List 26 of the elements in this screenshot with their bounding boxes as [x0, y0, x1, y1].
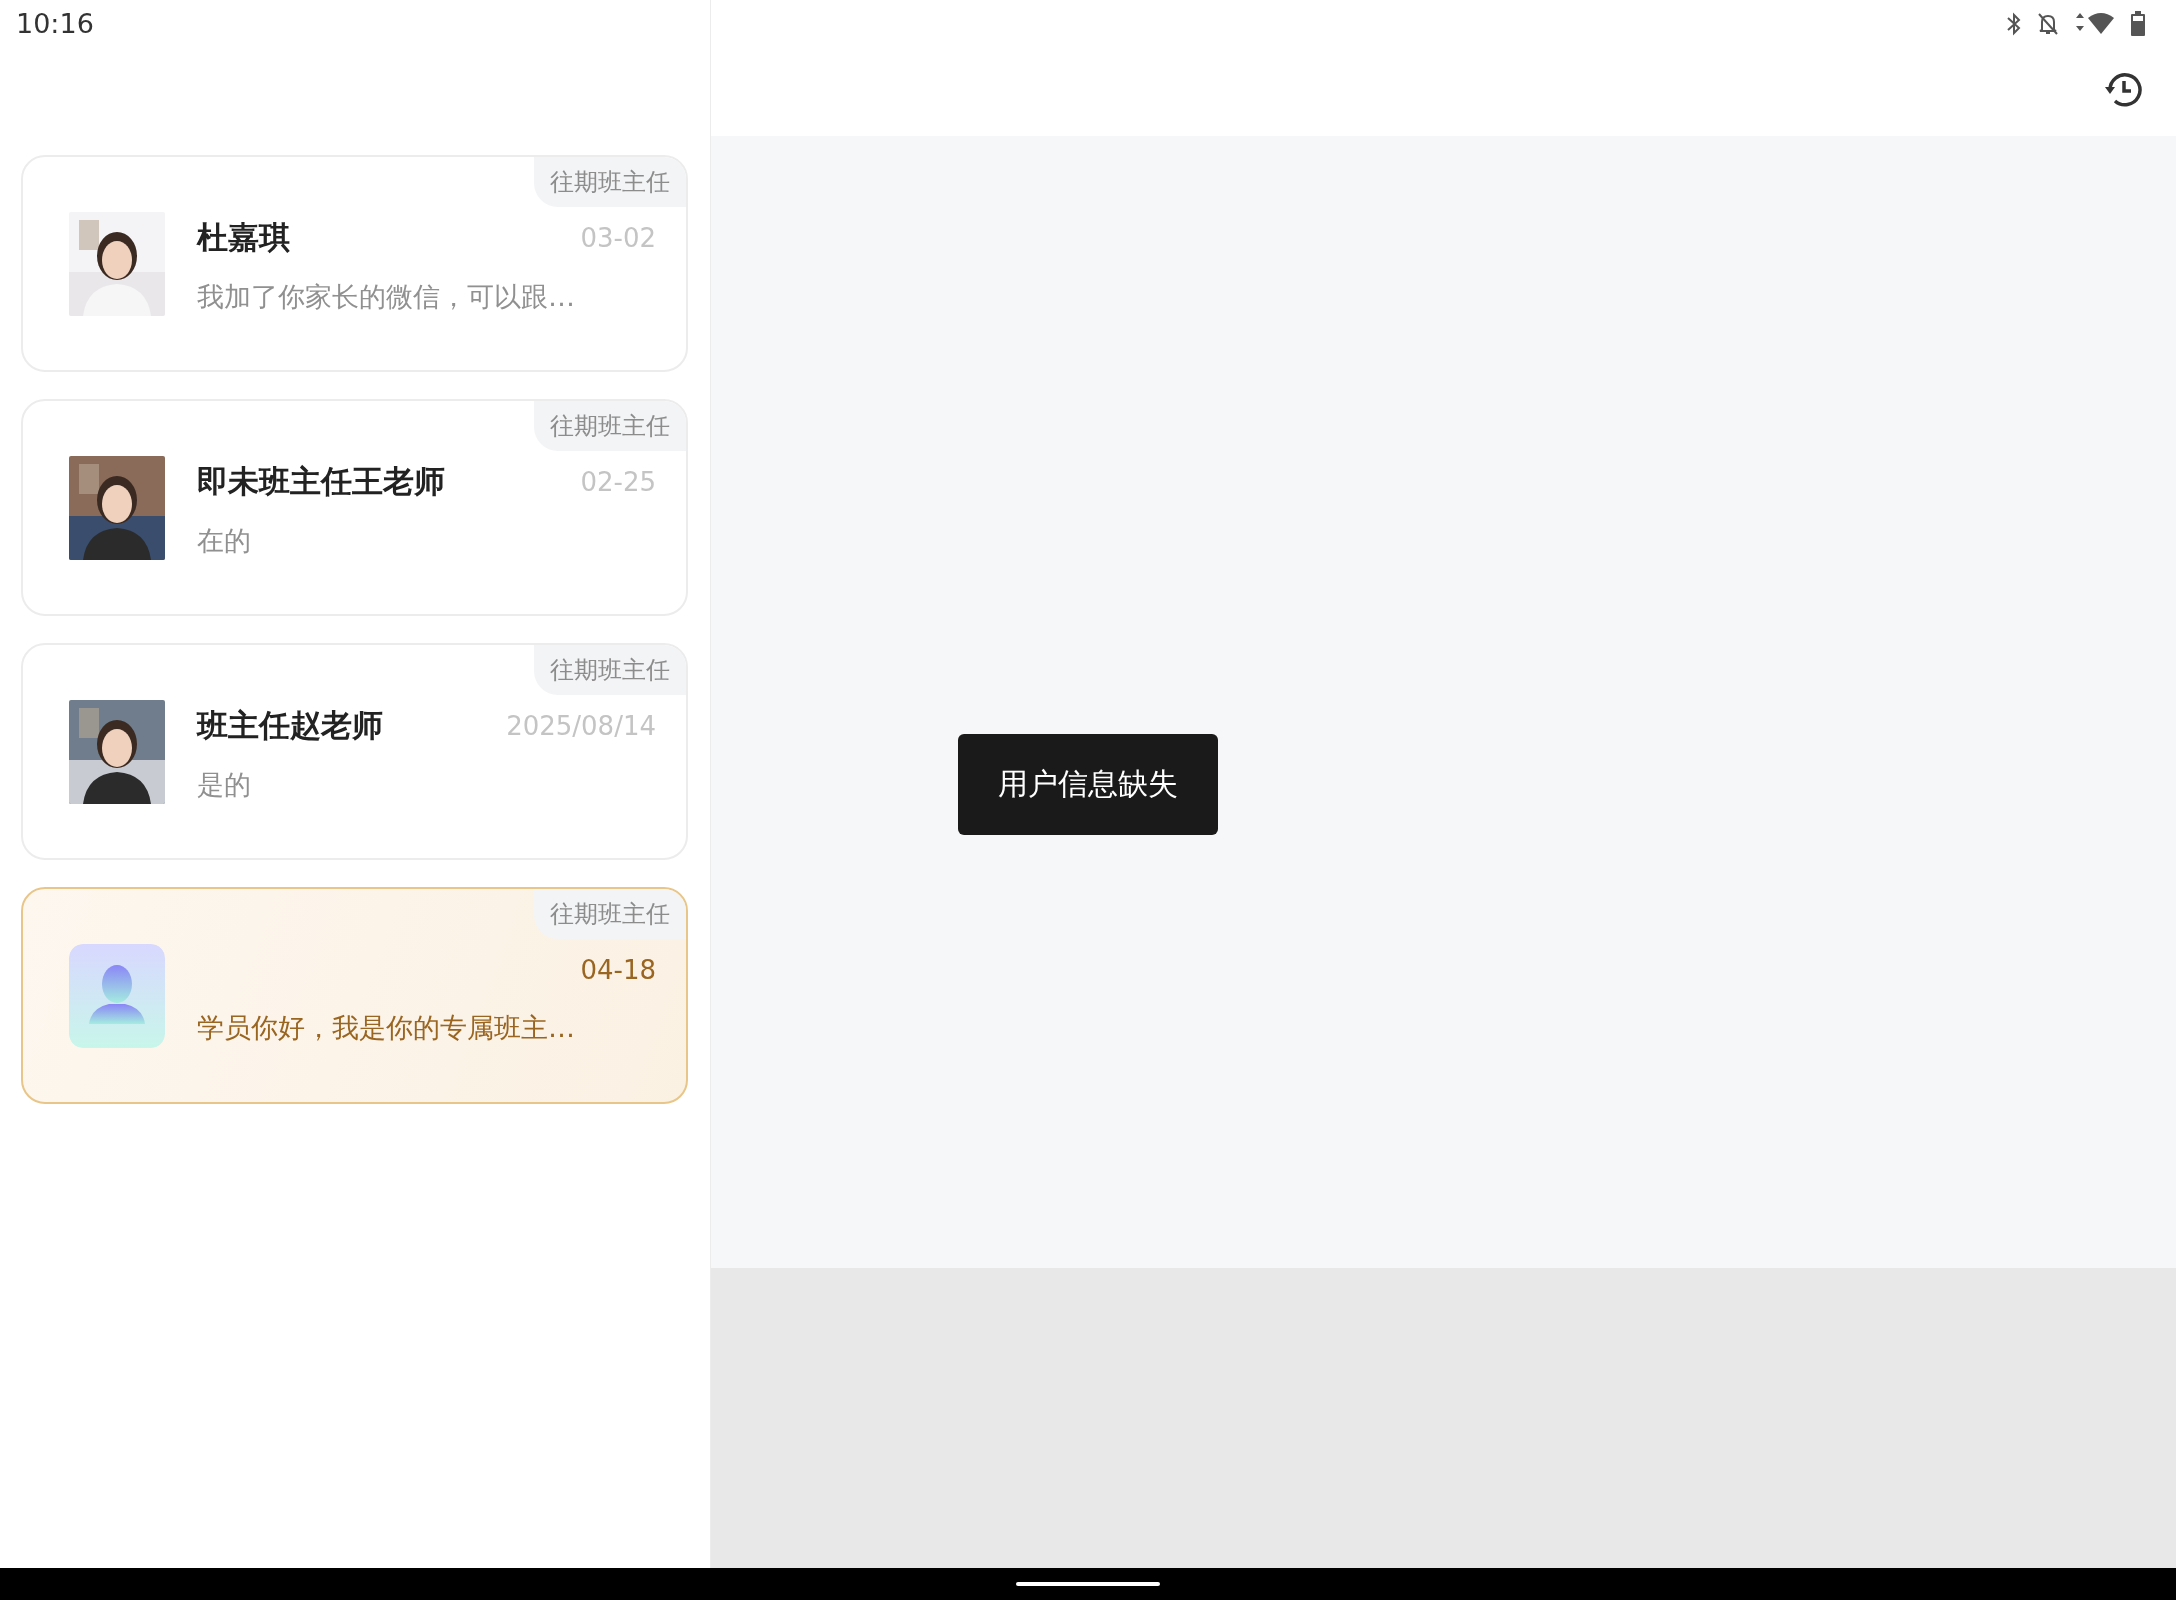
conversation-card[interactable]: 往期班主任 04-18 学员你好，我是你的专属班主… — [21, 887, 688, 1104]
message-date: 02-25 — [580, 466, 656, 497]
status-time: 10:16 — [16, 8, 94, 39]
message-preview: 是的 — [197, 767, 252, 802]
wifi-icon — [2074, 12, 2116, 36]
message-preview: 学员你好，我是你的专属班主… — [197, 1010, 576, 1045]
message-preview: 我加了你家长的微信，可以跟… — [197, 279, 576, 314]
toast-message: 用户信息缺失 — [958, 733, 1218, 835]
role-tag: 往期班主任 — [534, 157, 686, 207]
message-date: 2025/08/14 — [506, 710, 656, 741]
contact-name: 即未班主任王老师 — [197, 461, 445, 501]
bell-off-icon — [2036, 11, 2060, 37]
role-tag: 往期班主任 — [534, 401, 686, 451]
message-preview: 在的 — [197, 523, 252, 558]
conversation-card[interactable]: 往期班主任 即未班主任王老师 02-25 在的 — [21, 399, 688, 616]
conversation-card[interactable]: 往期班主任 班主任赵老师 2025/08/14 是的 — [21, 643, 688, 860]
message-date: 03-02 — [580, 222, 656, 253]
contact-name: 班主任赵老师 — [197, 705, 383, 745]
battery-icon — [2130, 11, 2146, 37]
default-avatar-icon — [69, 943, 165, 1048]
contact-name: 杜嘉琪 — [197, 217, 290, 257]
role-tag: 往期班主任 — [534, 645, 686, 695]
conversation-card[interactable]: 往期班主任 杜嘉琪 03-02 我加了你家长的微信，可以跟… — [21, 155, 688, 372]
message-date: 04-18 — [580, 954, 656, 985]
role-tag: 往期班主任 — [534, 889, 686, 939]
bluetooth-icon — [2006, 12, 2022, 36]
